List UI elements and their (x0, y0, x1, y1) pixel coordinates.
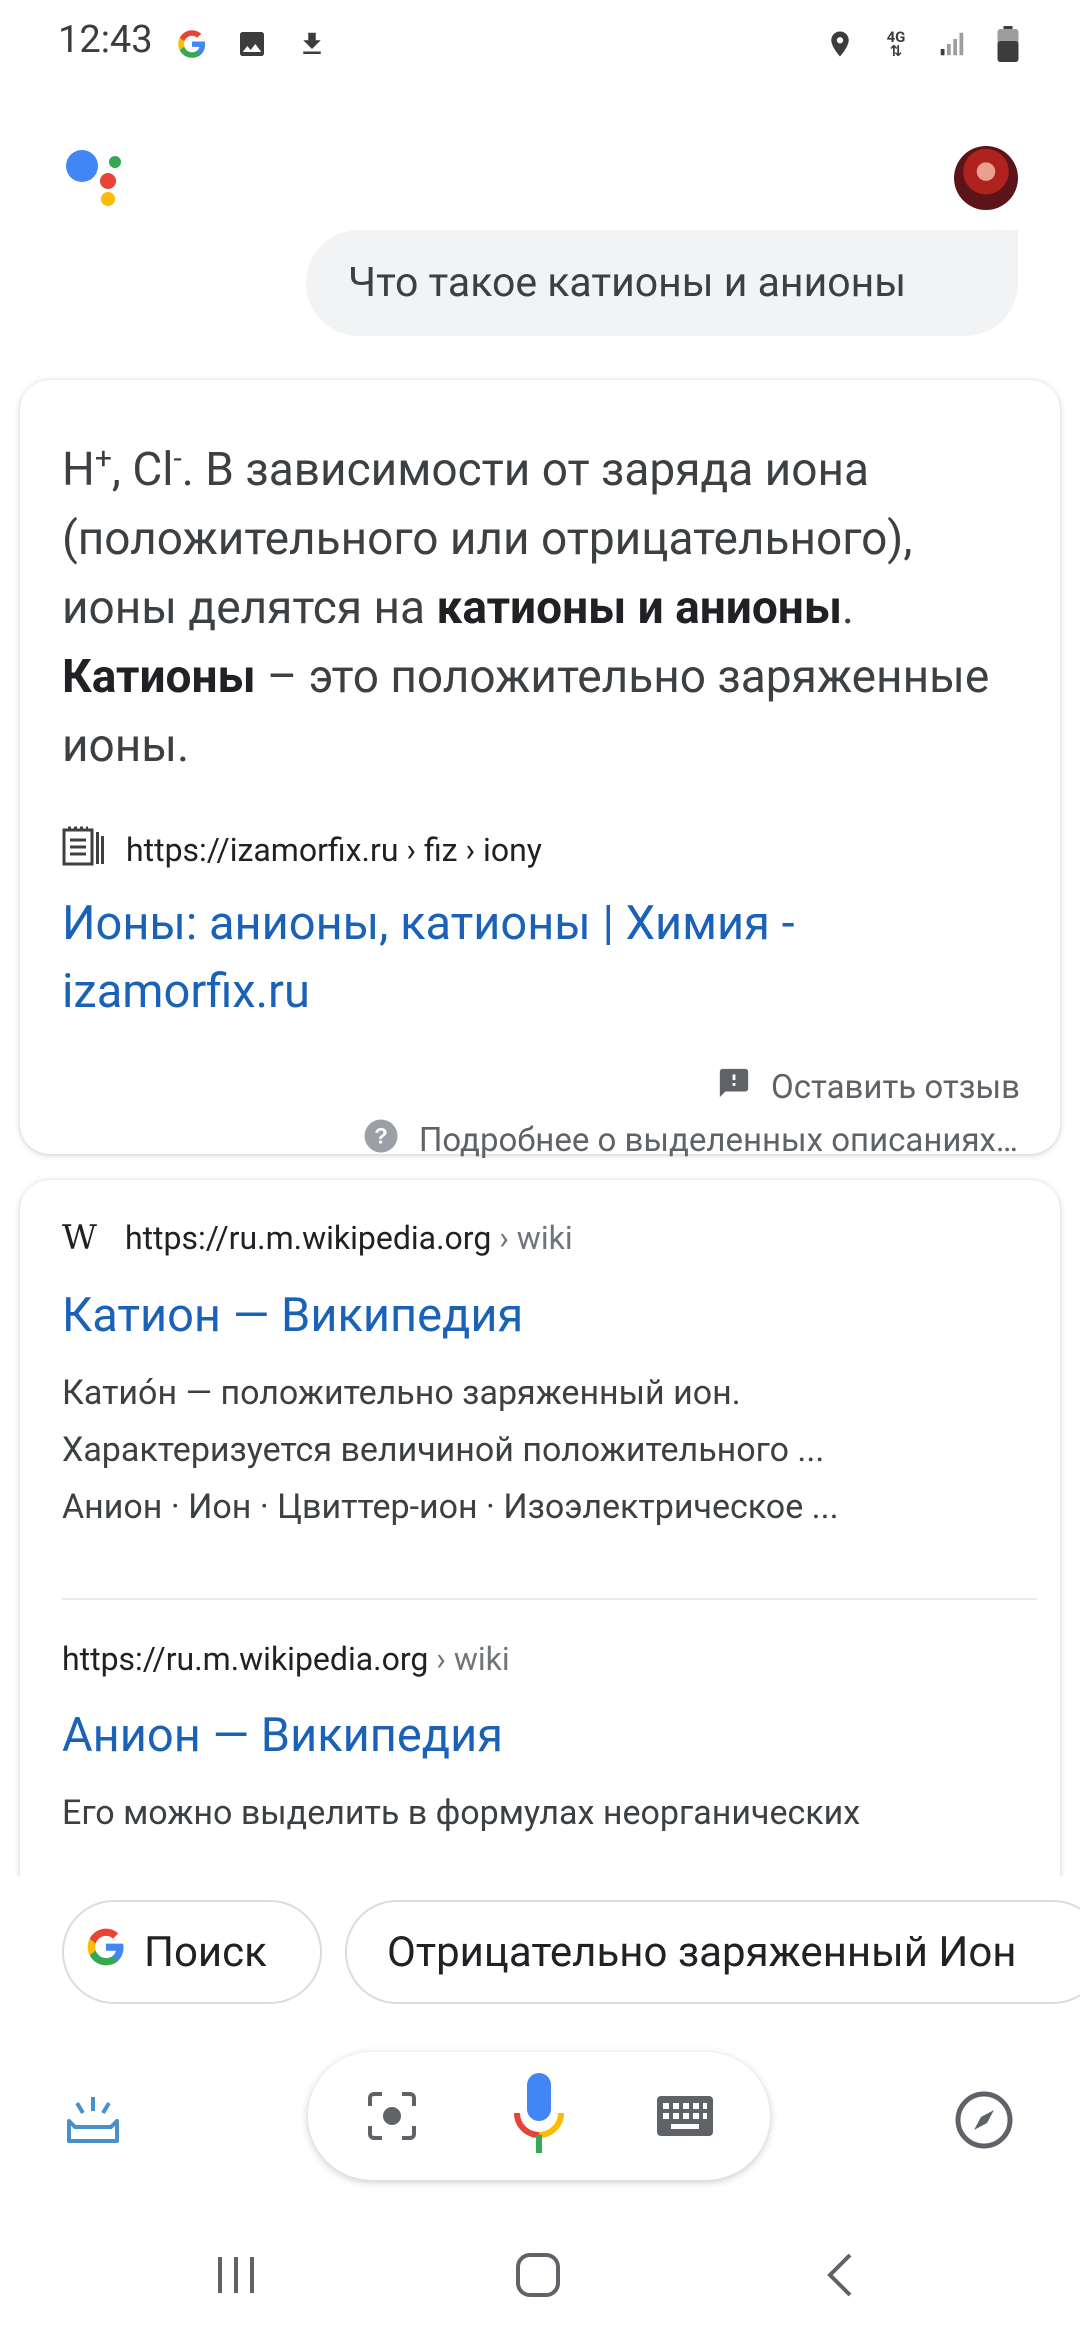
snippet-sup: - (173, 441, 182, 477)
microphone-icon[interactable] (504, 2070, 574, 2166)
about-label: Подробнее о выделенных описаниях… (418, 1121, 1018, 1160)
assistant-input-bar (308, 2052, 770, 2180)
snippet-part: H (62, 443, 95, 497)
search-result[interactable]: https://ru.m.wikipedia.org › wiki Анион … (62, 1640, 1037, 1842)
google-assistant-logo-icon (64, 148, 128, 208)
result-url-row: https://ru.m.wikipedia.org › wiki (62, 1640, 1037, 1678)
result-crumb: › wiki (499, 1219, 573, 1257)
search-chip-label: Поиск (144, 1927, 267, 1977)
feedback-icon (717, 1066, 751, 1109)
help-icon: ? (363, 1118, 399, 1163)
user-query-bubble: Что такое катионы и анионы (306, 230, 1018, 336)
snippet-text: H+, Cl-. В зависимости от заряда иона (п… (62, 436, 1022, 781)
status-bar: 12:43 4G ⇅ (0, 0, 1080, 86)
result-description: Катио́н — положительно заряженный ион. Х… (62, 1365, 1037, 1536)
featured-snippet-card: H+, Cl-. В зависимости от заряда иона (п… (20, 380, 1060, 1160)
result-desc-line: Характеризуется величиной положительного… (62, 1430, 825, 1470)
result-divider (62, 1598, 1037, 1600)
result-crumb: › wiki (436, 1640, 510, 1678)
result-url: https://ru.m.wikipedia.org › wiki (125, 1219, 573, 1257)
result-desc-line: Его можно выделить в формулах неорганиче… (62, 1793, 861, 1833)
system-nav-bar (0, 2210, 1080, 2340)
result-domain: https://ru.m.wikipedia.org (62, 1640, 429, 1678)
suggestion-chip[interactable]: Отрицательно заряженный Ион (345, 1900, 1080, 2004)
search-chip[interactable]: Поиск (62, 1900, 322, 2004)
battery-icon (988, 24, 1028, 64)
result-title-link[interactable]: Анион — Википедия (62, 1708, 1037, 1763)
4g-icon: 4G ⇅ (876, 24, 916, 64)
snippet-source-url: https://izamorfix.ru › fiz › iony (126, 831, 542, 869)
location-icon (820, 24, 860, 64)
back-icon[interactable] (800, 2240, 880, 2310)
suggestion-chip-label: Отрицательно заряженный Ион (387, 1927, 1017, 1977)
recent-apps-icon[interactable] (196, 2240, 276, 2310)
home-icon[interactable] (498, 2240, 578, 2310)
result-desc-line: Катио́н — положительно заряженный ион. (62, 1373, 741, 1413)
lens-icon[interactable] (362, 2086, 422, 2146)
snippet-bold: катионы и анионы (436, 581, 842, 635)
result-desc-line[interactable]: Анион · Ион · Цвиттер-ион · Изоэлектриче… (62, 1479, 1037, 1536)
document-icon (62, 826, 106, 874)
avatar[interactable] (954, 146, 1018, 210)
snippet-title-link[interactable]: Ионы: анионы, катионы | Химия - izamorfi… (62, 890, 962, 1026)
search-results-card: W https://ru.m.wikipedia.org › wiki Кати… (20, 1180, 1060, 1900)
search-result[interactable]: W https://ru.m.wikipedia.org › wiki Кати… (62, 1218, 1037, 1536)
google-g-icon (86, 1927, 126, 1978)
result-url: https://ru.m.wikipedia.org › wiki (62, 1640, 510, 1678)
keyboard-icon[interactable] (654, 2090, 716, 2142)
snippet-sup: + (94, 441, 112, 477)
data-arrows-icon: ⇅ (889, 42, 903, 60)
snippet-source[interactable]: https://izamorfix.ru › fiz › iony (62, 826, 542, 874)
result-description: Его можно выделить в формулах неорганиче… (62, 1785, 1037, 1842)
signal-icon (932, 24, 972, 64)
snapshot-icon[interactable] (62, 2088, 124, 2150)
wikipedia-icon: W (62, 1218, 97, 1258)
result-title-link[interactable]: Катион — Википедия (62, 1288, 1037, 1343)
snippet-bold: Катионы (62, 650, 256, 704)
image-icon (232, 24, 272, 64)
svg-text:?: ? (374, 1124, 388, 1149)
result-url-row: W https://ru.m.wikipedia.org › wiki (62, 1218, 1037, 1258)
snippet-part: . (841, 581, 855, 635)
google-icon (172, 24, 212, 64)
result-domain: https://ru.m.wikipedia.org (124, 1219, 492, 1257)
about-snippets-link[interactable]: ? Подробнее о выделенных описаниях… (363, 1118, 1018, 1163)
feedback-button[interactable]: Оставить отзыв (717, 1066, 1020, 1109)
download-icon (292, 24, 332, 64)
snippet-part: , Cl (111, 443, 174, 497)
feedback-label: Оставить отзыв (770, 1068, 1020, 1107)
explore-compass-icon[interactable] (952, 2088, 1016, 2152)
status-time: 12:43 (58, 18, 153, 62)
user-query-text: Что такое катионы и анионы (348, 259, 907, 307)
